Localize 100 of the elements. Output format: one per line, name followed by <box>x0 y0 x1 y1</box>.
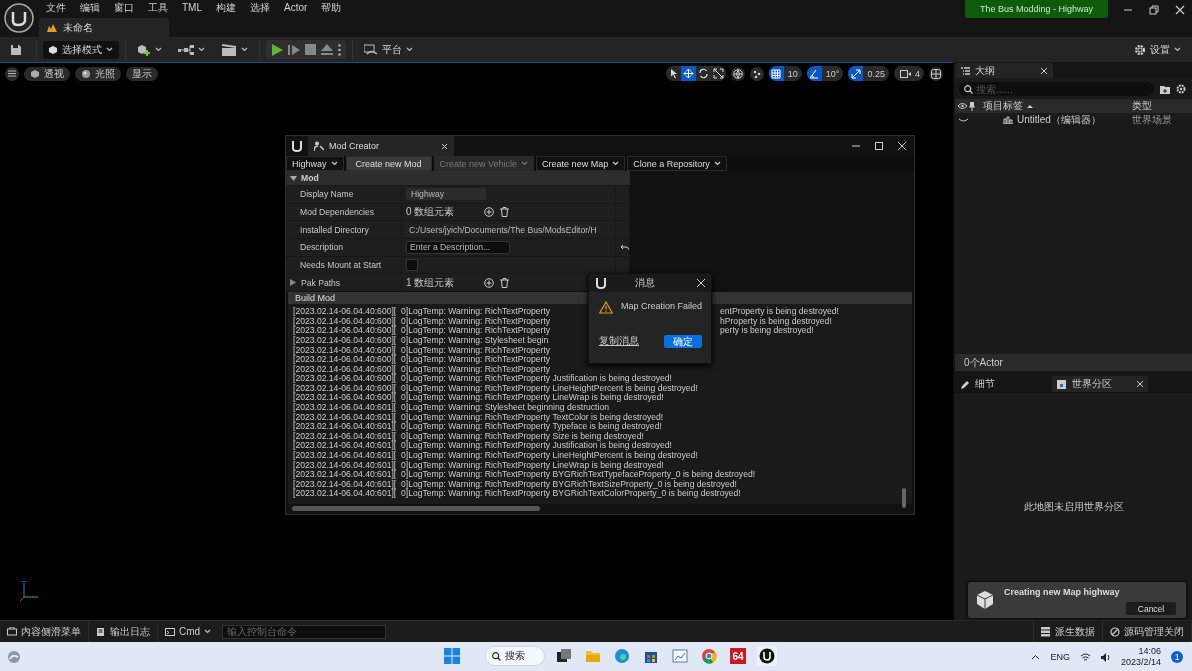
level-tab[interactable]: 未命名 <box>39 18 169 37</box>
reset-icon[interactable] <box>620 243 629 251</box>
view-button[interactable]: 显示 <box>126 66 158 81</box>
weather-icon[interactable] <box>7 650 21 664</box>
pin-icon[interactable] <box>969 101 975 111</box>
menu-item[interactable]: 文件 <box>39 0 73 15</box>
camera-speed-control[interactable]: 4 <box>894 66 924 81</box>
search-button[interactable]: 搜索 <box>485 646 545 666</box>
tree-row[interactable]: Untitled（编辑器） 世界场景 <box>955 113 1192 127</box>
cancel-button[interactable]: Cancel <box>1126 602 1176 615</box>
caret-icon <box>406 47 413 52</box>
scale-snap-icon <box>850 68 861 79</box>
speaker-icon[interactable] <box>1100 652 1111 662</box>
language-indicator[interactable]: ENG <box>1050 652 1070 662</box>
close-icon[interactable] <box>1137 381 1143 387</box>
dropdown-button[interactable]: Clone a Repository <box>627 156 727 171</box>
log-line: [2023.02.14-06.04.40:601][ 0]LogTemp: Warning: RichTextProperty TextColor is being destroyed! <box>293 411 664 422</box>
window-tab[interactable]: Mod Creator <box>308 136 454 156</box>
log-line: [2023.02.14-06.04.40:601][ 0]LogTemp: Warning: RichTextProperty BYGRichTextColorProperty_0 is being destroyed! <box>293 488 741 499</box>
menu-item[interactable]: 帮助 <box>314 0 349 15</box>
actor-count: 0个Actor <box>955 354 1192 371</box>
save-icon[interactable] <box>10 43 22 56</box>
snap-control[interactable]: 0.25 <box>848 66 889 81</box>
menu-item[interactable]: 构建 <box>209 0 243 15</box>
menu-item[interactable]: TML <box>175 0 209 15</box>
engine-app-icon[interactable] <box>759 648 775 664</box>
more-icon[interactable] <box>338 43 341 56</box>
menu-item[interactable]: Actor <box>277 0 315 15</box>
trash-icon[interactable] <box>500 277 509 288</box>
globe-button[interactable] <box>730 66 745 81</box>
menu-item[interactable]: 选择 <box>243 0 277 15</box>
path-field[interactable]: C:/Users/jyich/Documents/The Bus/ModsEditor/H <box>406 223 600 236</box>
snap-control[interactable]: 10 <box>768 66 802 81</box>
panel-tab[interactable]: 世界分区 <box>1052 376 1148 392</box>
copy-message-link[interactable]: 复制消息 <box>599 334 639 348</box>
transform-tool[interactable] <box>710 66 726 81</box>
eye-icon[interactable] <box>958 103 967 109</box>
logo-icon <box>290 139 304 153</box>
menu-button[interactable] <box>5 66 19 81</box>
grid-icon <box>771 68 782 79</box>
view-button[interactable]: 透视 <box>24 66 70 81</box>
maximize-icon[interactable] <box>875 142 883 150</box>
menu-item[interactable]: 窗口 <box>107 0 141 15</box>
step-icon[interactable] <box>288 43 300 56</box>
close-icon[interactable] <box>441 142 448 150</box>
log-line: [2023.02.14-06.04.40:600][ 0]LogTemp: Warning: Stylesheet begin <box>293 334 549 345</box>
settings-icon[interactable] <box>1176 84 1186 94</box>
menu-item[interactable]: 编辑 <box>73 0 107 15</box>
checkbox[interactable] <box>406 259 418 272</box>
platform-dropdown[interactable]: 平台 <box>359 40 418 59</box>
dropdown-button[interactable]: Highway <box>286 156 344 171</box>
mode-dropdown[interactable]: 选择模式 <box>43 40 119 59</box>
chevron-up-icon[interactable] <box>1031 654 1041 660</box>
app-icon[interactable]: 64 <box>730 648 746 664</box>
eye-icon[interactable] <box>959 118 968 122</box>
folder-add-icon[interactable] <box>1160 84 1170 94</box>
log-line: entProperty is being destroyed! <box>720 307 839 317</box>
start-icon[interactable] <box>444 648 460 664</box>
minimize-icon[interactable] <box>852 142 860 150</box>
panel-tab[interactable]: 大纲 <box>955 63 1053 78</box>
trash-icon[interactable] <box>500 207 509 218</box>
eject-icon[interactable] <box>321 44 333 55</box>
cmd-dropdown[interactable]: Cmd <box>158 621 219 642</box>
play-icon[interactable] <box>271 43 283 56</box>
add-icon[interactable] <box>484 207 494 218</box>
panel-tab[interactable]: 细节 <box>955 376 1040 392</box>
ok-button[interactable]: 确定 <box>664 334 702 348</box>
add-icon[interactable] <box>484 277 494 288</box>
settings-dropdown[interactable]: 设置 <box>1129 40 1186 59</box>
column-header[interactable]: 项目标签 <box>983 99 1132 113</box>
clapper-icon <box>221 43 237 56</box>
column-header[interactable]: 类型 <box>1132 99 1192 113</box>
expand-arrow-icon[interactable] <box>290 174 297 182</box>
console-field[interactable]: 输入控制台命令 <box>222 624 387 639</box>
close-icon[interactable] <box>697 279 705 287</box>
browser-icon[interactable] <box>614 648 630 664</box>
scrollbar[interactable] <box>292 506 540 511</box>
scrollbar[interactable] <box>902 488 906 508</box>
warning-icon <box>599 301 613 314</box>
surface-snap-button[interactable] <box>749 66 764 81</box>
expand-arrow-icon[interactable] <box>290 279 297 287</box>
toolbar-button[interactable]: Create new Mod <box>345 156 432 171</box>
description-field[interactable]: Enter a Description... <box>406 240 510 254</box>
layout-button[interactable] <box>929 66 943 81</box>
chrome-icon[interactable] <box>701 648 717 664</box>
task-view-icon[interactable] <box>556 648 572 664</box>
close-icon[interactable] <box>1174 4 1186 16</box>
close-icon[interactable] <box>898 142 906 150</box>
search-field[interactable]: 搜索...... <box>959 82 1154 96</box>
close-icon[interactable] <box>1041 67 1047 74</box>
snap-control[interactable]: 10° <box>806 66 844 81</box>
restore-icon[interactable] <box>1148 4 1160 16</box>
menu-item[interactable]: 工具 <box>141 0 175 15</box>
notification-badge[interactable]: 1 <box>1171 651 1183 663</box>
view-button[interactable]: 光照 <box>75 66 121 81</box>
transform-tool[interactable] <box>680 66 696 81</box>
text-field[interactable]: Highway <box>406 188 486 201</box>
dropdown-button[interactable]: Create new Map <box>536 156 626 171</box>
chart-window-icon[interactable] <box>672 648 688 664</box>
wifi-icon[interactable] <box>1079 652 1091 662</box>
